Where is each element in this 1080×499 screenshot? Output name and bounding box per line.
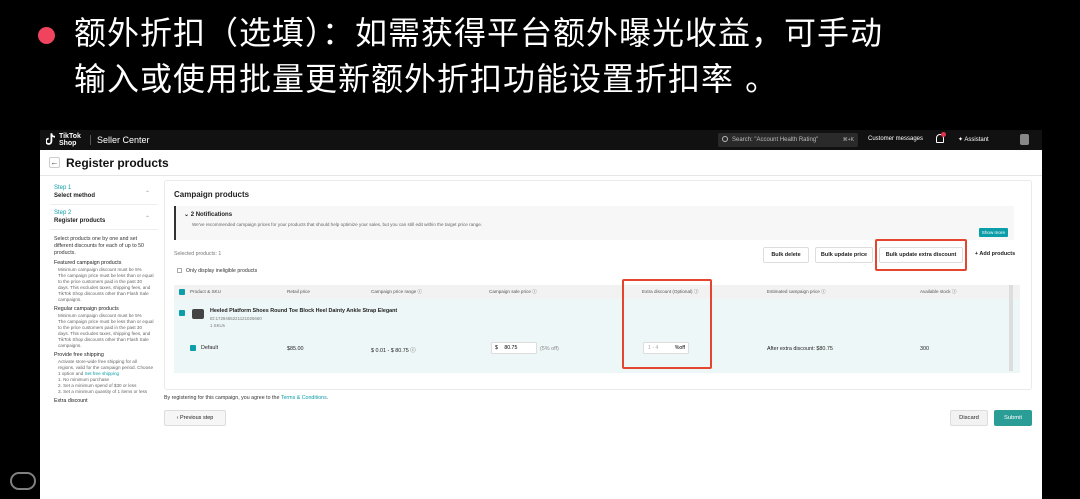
highlight-bulk-extra-discount bbox=[875, 239, 967, 271]
page-header: ← Register products bbox=[40, 150, 1042, 176]
guide-extra-title: Extra discount bbox=[54, 398, 88, 404]
sale-currency: $ bbox=[495, 345, 498, 351]
submit-button[interactable]: Submit bbox=[994, 410, 1032, 426]
app-name: Seller Center bbox=[90, 135, 150, 145]
caption-line-2: 输入或使用批量更新额外折扣功能设置折扣率 。 bbox=[74, 60, 779, 98]
logo-line-2: Shop bbox=[58, 140, 77, 147]
notification-title-text: 2 Notifications bbox=[190, 212, 233, 218]
sale-price-value: 80.75 bbox=[504, 345, 518, 351]
card-title: Campaign products bbox=[174, 190, 250, 199]
step-guide: Select products one by one and set diffe… bbox=[50, 230, 158, 411]
discard-button[interactable]: Discard bbox=[950, 410, 988, 426]
logo-line-1: TikTok bbox=[58, 133, 81, 140]
sale-off: (5% off) bbox=[540, 346, 559, 352]
only-ineligible-toggle[interactable]: Only display ineligible products bbox=[177, 268, 257, 274]
notification-text: We've recommended campaign prices for yo… bbox=[192, 222, 483, 227]
product-thumbnail bbox=[192, 309, 204, 319]
guide-featured-title: Featured campaign products bbox=[54, 260, 122, 266]
campaign-products-card: Campaign products ⌄ 2 Notifications We'v… bbox=[164, 180, 1032, 390]
search-input[interactable]: Search: "Account Health Rating" ⌘+K bbox=[718, 133, 858, 147]
step-2[interactable]: Step 2 Register products ⌃ bbox=[50, 205, 158, 230]
search-shortcut: ⌘+K bbox=[842, 137, 854, 143]
terms-prefix: By registering for this campaign, you ag… bbox=[164, 395, 280, 401]
tiktok-logo-icon bbox=[46, 133, 55, 145]
col-product-sku: Product & SKU bbox=[190, 289, 221, 294]
guide-free-title: Provide free shipping bbox=[54, 352, 104, 358]
product-checkbox[interactable] bbox=[179, 310, 185, 316]
guide-regular-2: The campaign price must be less than or … bbox=[58, 319, 154, 348]
col-estimated-campaign-price: Estimated campaign price ⓘ bbox=[767, 289, 826, 294]
guide-free-opt3: 3. Set a minimum quantity of 1 items or … bbox=[58, 389, 148, 394]
retail-price: $85.00 bbox=[287, 346, 304, 352]
step-1[interactable]: Step 1 Select method ⌃ bbox=[50, 180, 158, 205]
col-campaign-sale-price: Campaign sale price ⓘ bbox=[489, 289, 537, 294]
step-1-label: Select method bbox=[54, 193, 96, 199]
customer-messages-link[interactable]: Customer messages bbox=[868, 136, 923, 142]
bulk-delete-button[interactable]: Bulk delete bbox=[763, 247, 809, 263]
main-content: Campaign products ⌄ 2 Notifications We'v… bbox=[164, 180, 1032, 499]
avatar[interactable] bbox=[1020, 134, 1029, 145]
notification-badge bbox=[941, 132, 946, 137]
guide-regular-title: Regular campaign products bbox=[54, 306, 119, 312]
step-1-number: Step 1 bbox=[54, 185, 72, 191]
bulk-update-price-button[interactable]: Bulk update price bbox=[815, 247, 873, 263]
estimated-price: After extra discount: $80.75 bbox=[767, 346, 833, 352]
page-title: Register products bbox=[66, 156, 169, 170]
col-campaign-price-range: Campaign price range ⓘ bbox=[371, 289, 423, 294]
col-retail-price: Retail price bbox=[287, 289, 310, 294]
tiktok-shop-logo[interactable]: TikTok Shop bbox=[46, 133, 81, 147]
logo-text: TikTok Shop bbox=[59, 133, 81, 147]
terms-suffix: . bbox=[326, 395, 329, 401]
sale-price-input[interactable]: $ 80.75 bbox=[491, 342, 537, 354]
highlight-extra-discount-column bbox=[622, 279, 712, 369]
price-range: $ 0.01 - $ 80.75 ⓘ bbox=[371, 348, 416, 354]
previous-step-button[interactable]: ‹ Previous step bbox=[164, 410, 226, 426]
select-all-checkbox[interactable] bbox=[179, 289, 185, 295]
show-more-button[interactable]: Show more bbox=[978, 228, 1008, 237]
watermark: 大数跨境 bbox=[10, 466, 112, 492]
search-placeholder: Search: "Account Health Rating" bbox=[732, 137, 819, 143]
steps-sidebar: Step 1 Select method ⌃ Step 2 Register p… bbox=[50, 180, 158, 499]
guide-intro: Select products one by one and set diffe… bbox=[54, 236, 145, 256]
sku-name: Default bbox=[201, 345, 219, 351]
guide-free-text: Activate store-wide free shipping for al… bbox=[54, 359, 154, 377]
product-id: ID:1729465221121026660 bbox=[210, 316, 262, 321]
selected-count: Selected products: 1 bbox=[174, 251, 222, 257]
caption: 额外折扣（选填）：如需获得平台额外曝光收益，可手动 输入或使用批量更新额外折扣功… bbox=[38, 10, 1068, 102]
assistant-button[interactable]: ✦ Assistant bbox=[958, 136, 989, 143]
step-2-label: Register products bbox=[54, 218, 106, 224]
only-ineligible-label: Only display ineligible products bbox=[186, 268, 258, 274]
chevron-icon: ⌃ bbox=[144, 191, 150, 197]
available-stock: 300 bbox=[920, 346, 929, 352]
chevron-icon: ⌃ bbox=[144, 216, 150, 222]
sku-checkbox[interactable] bbox=[190, 345, 196, 351]
watermark-logo-icon bbox=[10, 472, 36, 490]
notification-title: ⌄ 2 Notifications bbox=[184, 212, 233, 218]
table-row: Heeled Platform Shoes Round Toe Block He… bbox=[174, 299, 1020, 373]
terms-notice: By registering for this campaign, you ag… bbox=[164, 395, 328, 401]
step-2-number: Step 2 bbox=[54, 210, 72, 216]
product-name[interactable]: Heeled Platform Shoes Round Toe Block He… bbox=[210, 308, 397, 314]
slide: 额外折扣（选填）：如需获得平台额外曝光收益，可手动 输入或使用批量更新额外折扣功… bbox=[0, 0, 1080, 499]
assistant-label: Assistant bbox=[964, 137, 989, 143]
seller-center-screenshot: TikTok Shop Seller Center Search: "Accoun… bbox=[40, 130, 1042, 499]
top-bar: TikTok Shop Seller Center Search: "Accoun… bbox=[40, 130, 1042, 150]
bullet-dot bbox=[38, 27, 55, 44]
caption-line-1: 额外折扣（选填）：如需获得平台额外曝光收益，可手动 bbox=[74, 14, 884, 52]
add-products-button[interactable]: + Add products bbox=[969, 247, 1021, 263]
table-header: Product & SKU Retail price Campaign pric… bbox=[174, 285, 1020, 299]
notification-banner: ⌄ 2 Notifications We've recommended camp… bbox=[174, 206, 1014, 240]
back-arrow-icon[interactable]: ← bbox=[49, 157, 60, 168]
checkbox[interactable] bbox=[177, 268, 182, 274]
terms-link[interactable]: Terms & Conditions bbox=[281, 395, 327, 401]
col-available-stock: Available stock ⓘ bbox=[920, 289, 957, 294]
set-free-shipping-link[interactable]: Set free shipping bbox=[85, 371, 119, 376]
search-icon bbox=[722, 136, 728, 142]
product-sku-count: 1 SKUs bbox=[210, 323, 225, 328]
guide-featured-2: The campaign price must be less than or … bbox=[58, 273, 154, 302]
table-scrollbar[interactable] bbox=[1009, 285, 1013, 371]
watermark-text: 大数跨境 bbox=[40, 470, 112, 491]
